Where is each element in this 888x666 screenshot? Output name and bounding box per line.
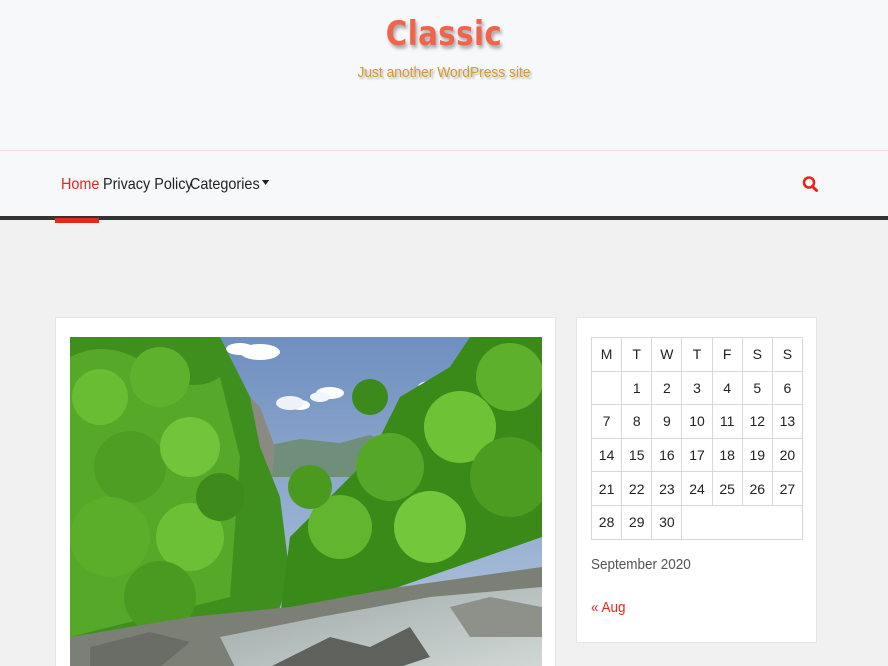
- search-button[interactable]: [802, 175, 820, 195]
- nav-item-categories[interactable]: Categories: [190, 176, 270, 194]
- calendar-day: 30: [651, 504, 683, 540]
- calendar-day: 27: [771, 471, 804, 506]
- calendar-day: 12: [741, 404, 773, 439]
- calendar-prev-month-link[interactable]: « Aug: [591, 599, 626, 616]
- calendar-day: 3: [681, 370, 713, 406]
- calendar-day: 10: [681, 404, 713, 439]
- calendar-day: [590, 370, 623, 406]
- calendar-day: 5: [741, 370, 773, 406]
- calendar-day: 21: [590, 471, 623, 506]
- calendar-day: 26: [741, 471, 773, 506]
- nav-item-categories-label: Categories: [190, 176, 260, 193]
- site-header: Classic Just another WordPress site: [0, 0, 888, 150]
- calendar-week-row: 1 2 3 4 5 6: [590, 370, 804, 406]
- calendar-day: 6: [771, 370, 804, 406]
- calendar-day: 18: [711, 437, 743, 473]
- calendar-table: M T W T F S S 1 2 3 4 5 6 7 8 9 10 11 12…: [590, 337, 804, 540]
- caret-down-icon: [262, 180, 270, 186]
- calendar-week-row: 21 22 23 24 25 26 27: [590, 471, 804, 506]
- calendar-week-row: 28 29 30: [590, 504, 803, 540]
- calendar-day: 16: [651, 437, 683, 473]
- site-description: Just another WordPress site: [357, 64, 531, 81]
- calendar-weekday-row: M T W T F S S: [590, 337, 804, 372]
- calendar-day: 4: [711, 370, 743, 406]
- calendar-week-row: 14 15 16 17 18 19 20: [590, 437, 804, 473]
- weekday-label: S: [771, 337, 804, 372]
- calendar-blank-cell: [681, 504, 803, 540]
- post-featured-image[interactable]: [70, 337, 542, 666]
- calendar-day: 17: [681, 437, 713, 473]
- calendar-week-row: 7 8 9 10 11 12 13: [590, 404, 804, 439]
- nav-item-privacy-policy[interactable]: Privacy Policy: [103, 176, 193, 194]
- weekday-label: F: [711, 337, 743, 372]
- calendar-day: 23: [651, 471, 683, 506]
- calendar-day: 9: [651, 404, 683, 439]
- active-nav-indicator: [55, 218, 99, 223]
- calendar-day: 25: [711, 471, 743, 506]
- weekday-label: M: [590, 337, 623, 372]
- calendar-day: 29: [621, 504, 653, 540]
- calendar-day: 15: [621, 437, 653, 473]
- calendar-day: 7: [590, 404, 623, 439]
- calendar-day: 24: [681, 471, 713, 506]
- calendar-day: 22: [621, 471, 653, 506]
- calendar-day: 8: [621, 404, 653, 439]
- weekday-label: T: [681, 337, 713, 372]
- calendar-day: 1: [621, 370, 653, 406]
- calendar-caption: September 2020: [591, 556, 691, 573]
- weekday-label: W: [651, 337, 683, 372]
- search-icon: [802, 176, 818, 192]
- calendar-day: 19: [741, 437, 773, 473]
- calendar-day: 20: [771, 437, 804, 473]
- weekday-label: T: [621, 337, 653, 372]
- main-navbar: Home Privacy Policy Categories: [0, 150, 888, 220]
- calendar-day: 2: [651, 370, 683, 406]
- forest-landscape-image: [70, 337, 542, 666]
- calendar-day: 11: [711, 404, 743, 439]
- calendar-day: 13: [771, 404, 804, 439]
- weekday-label: S: [741, 337, 773, 372]
- site-title[interactable]: Classic: [62, 14, 826, 54]
- nav-item-home[interactable]: Home: [61, 176, 99, 194]
- calendar-day: 28: [590, 504, 623, 540]
- calendar-day: 14: [590, 437, 623, 473]
